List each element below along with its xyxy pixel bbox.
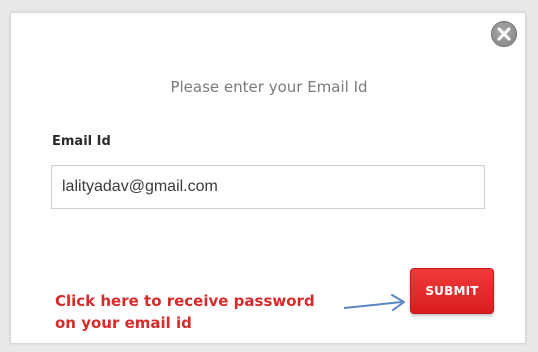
dialog-title: Please enter your Email Id bbox=[170, 78, 368, 96]
annotation-line-1: Click here to receive password bbox=[55, 292, 315, 310]
email-field-label: Email Id bbox=[52, 134, 111, 149]
close-icon bbox=[497, 27, 511, 41]
submit-button[interactable]: SUBMIT bbox=[410, 268, 494, 314]
email-field[interactable] bbox=[51, 165, 485, 209]
arrow-right-icon bbox=[343, 294, 405, 311]
annotation-line-2: on your email id bbox=[55, 314, 192, 332]
instruction-annotation: Click here to receive password on your e… bbox=[55, 290, 355, 334]
close-button[interactable] bbox=[491, 21, 517, 47]
